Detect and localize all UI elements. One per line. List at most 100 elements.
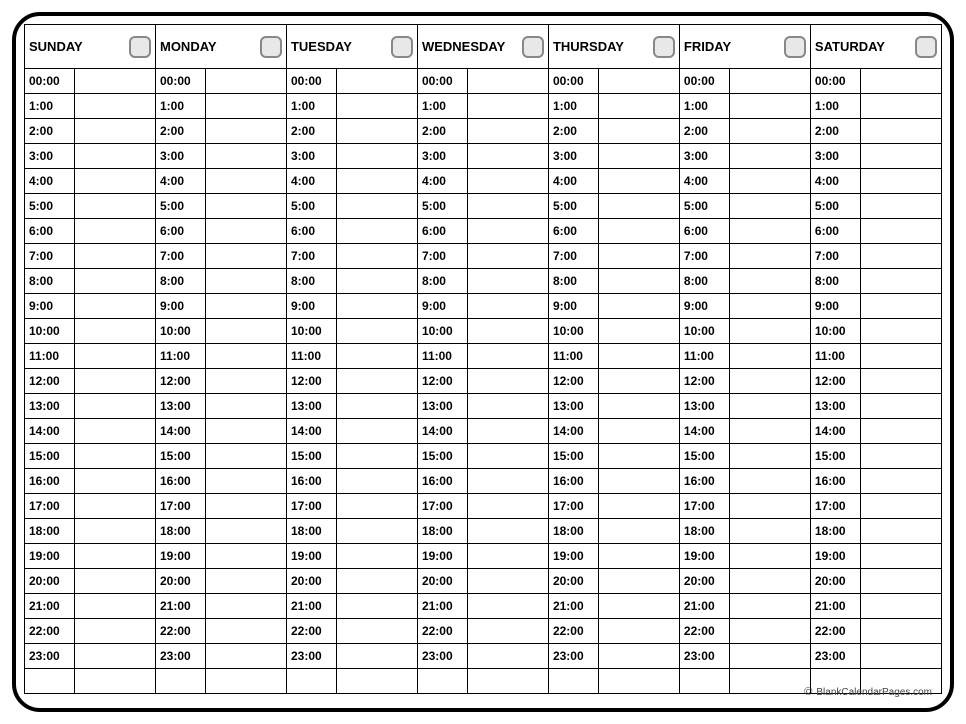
- time-slot[interactable]: [861, 244, 942, 269]
- time-slot[interactable]: [468, 69, 549, 94]
- time-slot[interactable]: [468, 219, 549, 244]
- time-slot[interactable]: [599, 344, 680, 369]
- time-slot[interactable]: [599, 144, 680, 169]
- time-slot[interactable]: [206, 394, 287, 419]
- time-slot[interactable]: [75, 244, 156, 269]
- time-slot[interactable]: [599, 119, 680, 144]
- time-slot[interactable]: [468, 444, 549, 469]
- time-slot[interactable]: [730, 94, 811, 119]
- time-slot[interactable]: [337, 119, 418, 144]
- time-slot[interactable]: [75, 144, 156, 169]
- time-slot[interactable]: [75, 544, 156, 569]
- day-checkbox-wednesday[interactable]: [522, 36, 544, 58]
- day-checkbox-thursday[interactable]: [653, 36, 675, 58]
- time-slot[interactable]: [468, 169, 549, 194]
- time-slot[interactable]: [861, 419, 942, 444]
- time-slot[interactable]: [599, 569, 680, 594]
- time-slot[interactable]: [75, 519, 156, 544]
- time-slot[interactable]: [468, 369, 549, 394]
- time-slot[interactable]: [730, 619, 811, 644]
- time-slot[interactable]: [468, 319, 549, 344]
- time-slot[interactable]: [861, 169, 942, 194]
- time-slot[interactable]: [599, 594, 680, 619]
- time-slot[interactable]: [599, 69, 680, 94]
- time-slot[interactable]: [206, 294, 287, 319]
- time-slot[interactable]: [730, 344, 811, 369]
- time-slot[interactable]: [206, 194, 287, 219]
- time-slot[interactable]: [206, 594, 287, 619]
- time-slot[interactable]: [75, 619, 156, 644]
- time-slot[interactable]: [861, 269, 942, 294]
- time-slot[interactable]: [730, 144, 811, 169]
- time-slot[interactable]: [337, 444, 418, 469]
- time-slot[interactable]: [206, 569, 287, 594]
- time-slot[interactable]: [861, 619, 942, 644]
- time-slot[interactable]: [599, 394, 680, 419]
- time-slot[interactable]: [75, 419, 156, 444]
- time-slot[interactable]: [861, 319, 942, 344]
- time-slot[interactable]: [206, 519, 287, 544]
- time-slot[interactable]: [730, 194, 811, 219]
- time-slot[interactable]: [337, 519, 418, 544]
- time-slot[interactable]: [730, 269, 811, 294]
- time-slot[interactable]: [730, 119, 811, 144]
- time-slot[interactable]: [861, 594, 942, 619]
- time-slot[interactable]: [599, 194, 680, 219]
- time-slot[interactable]: [337, 94, 418, 119]
- time-slot[interactable]: [730, 594, 811, 619]
- time-slot[interactable]: [206, 69, 287, 94]
- time-slot[interactable]: [206, 494, 287, 519]
- time-slot[interactable]: [730, 294, 811, 319]
- time-slot[interactable]: [730, 244, 811, 269]
- time-slot[interactable]: [861, 569, 942, 594]
- day-checkbox-monday[interactable]: [260, 36, 282, 58]
- time-slot[interactable]: [337, 244, 418, 269]
- time-slot[interactable]: [206, 144, 287, 169]
- time-slot[interactable]: [75, 444, 156, 469]
- time-slot[interactable]: [730, 69, 811, 94]
- time-slot[interactable]: [206, 169, 287, 194]
- time-slot[interactable]: [861, 344, 942, 369]
- time-slot[interactable]: [75, 344, 156, 369]
- time-slot[interactable]: [468, 194, 549, 219]
- time-slot[interactable]: [861, 369, 942, 394]
- time-slot[interactable]: [861, 494, 942, 519]
- day-checkbox-saturday[interactable]: [915, 36, 937, 58]
- time-slot[interactable]: [861, 444, 942, 469]
- time-slot[interactable]: [206, 119, 287, 144]
- time-slot[interactable]: [206, 94, 287, 119]
- time-slot[interactable]: [337, 219, 418, 244]
- time-slot[interactable]: [206, 619, 287, 644]
- time-slot[interactable]: [861, 94, 942, 119]
- time-slot[interactable]: [337, 144, 418, 169]
- time-slot[interactable]: [206, 344, 287, 369]
- time-slot[interactable]: [337, 619, 418, 644]
- time-slot[interactable]: [599, 169, 680, 194]
- time-slot[interactable]: [468, 494, 549, 519]
- time-slot[interactable]: [206, 369, 287, 394]
- time-slot[interactable]: [337, 594, 418, 619]
- time-slot[interactable]: [337, 319, 418, 344]
- time-slot[interactable]: [730, 469, 811, 494]
- time-slot[interactable]: [337, 544, 418, 569]
- time-slot[interactable]: [206, 269, 287, 294]
- time-slot[interactable]: [861, 644, 942, 669]
- time-slot[interactable]: [468, 344, 549, 369]
- time-slot[interactable]: [599, 219, 680, 244]
- time-slot[interactable]: [75, 369, 156, 394]
- time-slot[interactable]: [468, 544, 549, 569]
- time-slot[interactable]: [468, 294, 549, 319]
- time-slot[interactable]: [730, 444, 811, 469]
- time-slot[interactable]: [75, 269, 156, 294]
- time-slot[interactable]: [468, 244, 549, 269]
- time-slot[interactable]: [206, 244, 287, 269]
- time-slot[interactable]: [599, 94, 680, 119]
- time-slot[interactable]: [861, 544, 942, 569]
- time-slot[interactable]: [337, 419, 418, 444]
- time-slot[interactable]: [337, 269, 418, 294]
- time-slot[interactable]: [730, 369, 811, 394]
- time-slot[interactable]: [468, 569, 549, 594]
- time-slot[interactable]: [599, 644, 680, 669]
- time-slot[interactable]: [468, 394, 549, 419]
- time-slot[interactable]: [468, 594, 549, 619]
